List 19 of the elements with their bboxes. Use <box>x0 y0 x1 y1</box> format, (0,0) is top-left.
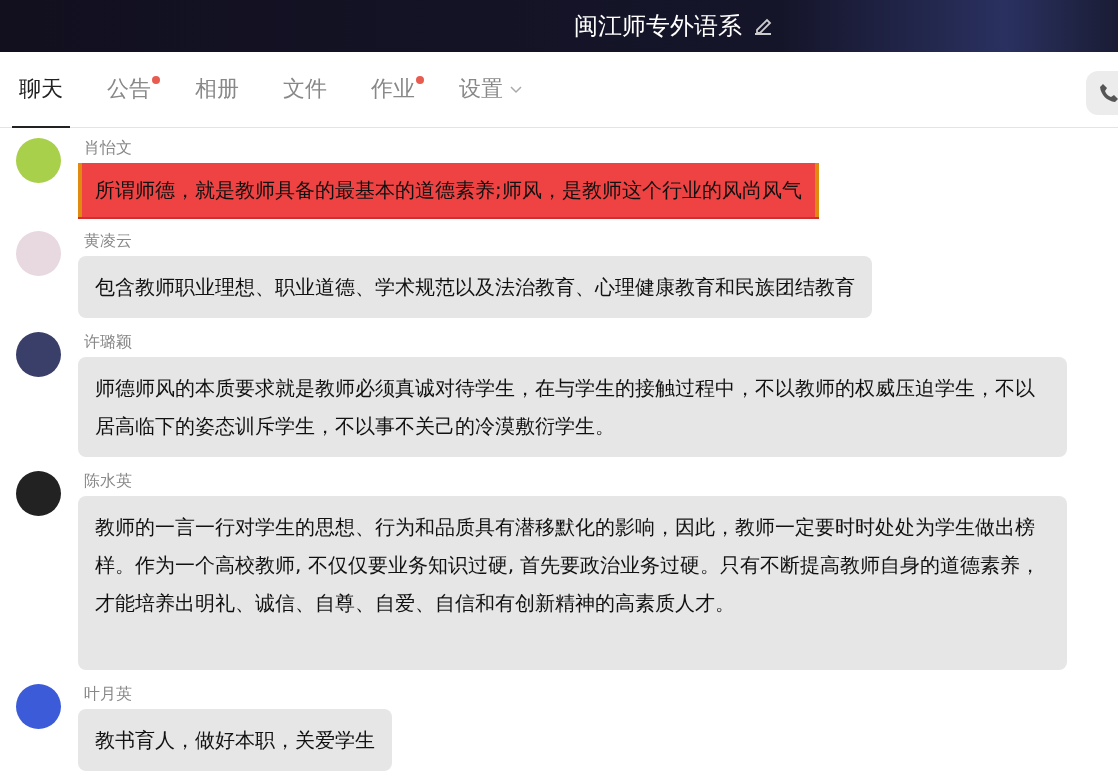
sender-name: 陈水英 <box>83 471 132 492</box>
group-title: 闽江师专外语系 <box>574 11 742 42</box>
tab[interactable]: 相册 <box>188 51 246 128</box>
sender-name: 许璐颖 <box>83 332 132 353</box>
tab[interactable]: 作业 <box>364 51 422 128</box>
tab[interactable]: 公告 <box>100 51 158 128</box>
message-bubble: 师德师风的本质要求就是教师必须真诚对待学生，在与学生的接触过程中，不以教师的权威压迫学生，不以居高临下的姿态训斥学生，不以事不关己的冷漠敷衍学生。 <box>78 357 1067 457</box>
tab[interactable]: 设置 <box>452 51 530 128</box>
message-banner: 所谓师德，就是教师具备的最基本的道德素养;师风，是教师这个行业的风尚风气 <box>78 163 819 217</box>
sender-name: 黄凌云 <box>83 231 132 252</box>
sender-name: 肖怡文 <box>83 138 132 159</box>
message-bubble: 包含教师职业理想、职业道德、学术规范以及法治教育、心理健康教育和民族团结教育 <box>78 256 872 318</box>
sender-name: 叶月英 <box>83 684 132 705</box>
phone-icon <box>1098 82 1118 104</box>
tab[interactable]: 文件 <box>276 51 334 128</box>
message-bubble: 教师的一言一行对学生的思想、行为和品质具有潜移默化的影响，因此，教师一定要时时处处为学生做出榜样。作为一个高校教师, 不仅仅要业务知识过硬, 首先要政治业务过硬。只有不断提高教师自身的道德素养，才能培养出明礼、诚信、自尊、自爱、自信和有创新精神的高素质人才。 <box>78 496 1067 670</box>
caret-icon <box>509 83 523 94</box>
tab[interactable]: 聊天 <box>12 51 70 128</box>
message-bubble: 教书育人，做好本职，关爱学生 <box>78 709 392 771</box>
